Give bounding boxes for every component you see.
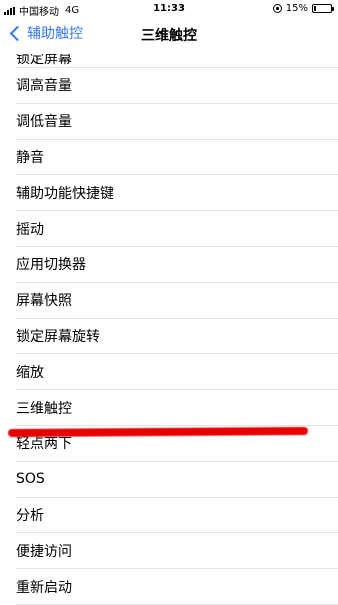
list-item[interactable]: 屏幕快照	[16, 283, 338, 319]
status-right: 15%	[272, 3, 334, 14]
list-item[interactable]: SOS	[16, 462, 338, 498]
list-item[interactable]: 锁定屏幕旋转	[16, 319, 338, 355]
list-item-label: 应用切换器	[16, 257, 86, 274]
list-item-label: 三维触控	[16, 400, 72, 417]
list-item[interactable]: 便捷访问	[16, 533, 338, 570]
list-item[interactable]: 辅助功能快捷键	[16, 175, 338, 212]
list-item-label: 调高音量	[16, 78, 72, 95]
list-item-3d-touch[interactable]: 三维触控	[16, 390, 338, 426]
list-item[interactable]: 锁定屏幕	[16, 52, 338, 68]
list-item-label: 锁定屏幕旋转	[16, 328, 100, 345]
list-item-label: 静音	[16, 149, 44, 166]
list-item[interactable]: 缩放	[16, 354, 338, 391]
battery-icon	[312, 4, 334, 13]
status-bar: 中国移动 4G 11:33 15%	[0, 0, 338, 18]
list-item-label: 屏幕快照	[16, 293, 72, 310]
battery-fill	[314, 6, 316, 11]
list-item-label: 辅助功能快捷键	[16, 185, 114, 202]
page-title: 三维触控	[141, 28, 197, 44]
list-item[interactable]: 应用切换器	[16, 247, 338, 283]
navigation-bar: 辅助触控 三维触控	[0, 18, 338, 52]
list-item-label: 缩放	[16, 364, 44, 381]
battery-percent: 15%	[285, 3, 308, 14]
list-item[interactable]: 调高音量	[16, 68, 338, 104]
list-item-label: 分析	[16, 507, 44, 524]
list-item-label: 调低音量	[16, 114, 72, 131]
action-list: 锁定屏幕 调高音量 调低音量 静音 辅助功能快捷键 摇动 应用切换器 屏幕快照 …	[0, 52, 338, 605]
list-item-label: 便捷访问	[16, 543, 72, 560]
list-item-label: 重新启动	[16, 579, 72, 596]
list-item[interactable]: 分析	[16, 498, 338, 534]
list-item[interactable]: 摇动	[16, 211, 338, 247]
list-item[interactable]: 调低音量	[16, 104, 338, 140]
list-item-label: 摇动	[16, 221, 44, 238]
list-item[interactable]: 静音	[16, 140, 338, 176]
orientation-lock-icon	[272, 4, 282, 13]
list-item-label: SOS	[16, 471, 45, 488]
